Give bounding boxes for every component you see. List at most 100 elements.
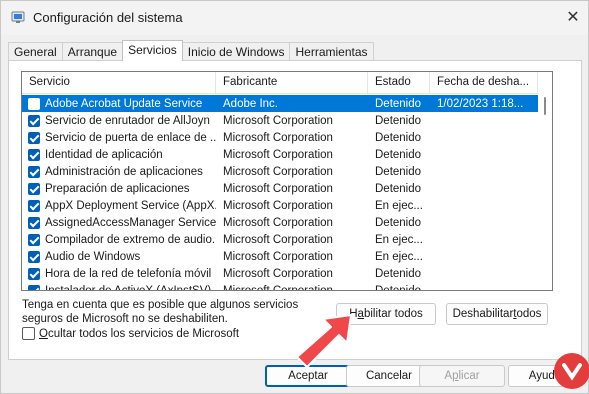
tab-general[interactable]: General — [8, 42, 63, 61]
tab-tools[interactable]: Herramientas — [289, 42, 374, 61]
list-header: Servicio Fabricante Estado Fecha de desh… — [22, 72, 538, 94]
service-checkbox[interactable] — [28, 165, 40, 178]
service-state: Detenido — [375, 216, 422, 229]
service-maker: Microsoft Corporation — [223, 233, 333, 246]
service-name-cell: Hora de la red de telefonía móvil — [22, 267, 216, 280]
service-name: Audio de Windows — [45, 250, 141, 263]
title-bar: Configuración del sistema ✕ — [1, 1, 588, 35]
service-row[interactable]: Audio de Windows Microsoft Corporation En … — [22, 248, 538, 265]
service-name-cell: Adobe Acrobat Update Service — [22, 97, 216, 110]
apply-label-c: licar — [458, 370, 480, 382]
apply-label-a: A — [444, 370, 453, 382]
service-name-cell: Audio de Windows — [22, 250, 216, 263]
service-checkbox[interactable] — [28, 250, 40, 263]
column-maker[interactable]: Fabricante — [216, 72, 368, 94]
service-row[interactable]: AssignedAccessManager Service Microsoft C… — [22, 214, 538, 231]
column-state[interactable]: Estado — [368, 72, 430, 94]
service-checkbox[interactable] — [28, 131, 40, 144]
service-maker: Microsoft Corporation — [223, 216, 333, 229]
close-icon: ✕ — [566, 9, 580, 26]
service-row[interactable]: Compilador de extremo de audio... Microso… — [22, 231, 538, 248]
service-row[interactable]: Hora de la red de telefonía móvil Microso… — [22, 265, 538, 282]
service-name-cell: AppX Deployment Service (AppX... — [22, 199, 216, 212]
hide-ms-label-a: O — [39, 327, 48, 340]
service-name-cell: AssignedAccessManager Service — [22, 216, 216, 229]
service-name: Identidad de aplicación — [45, 148, 163, 161]
tab-strip: General Arranque Servicios Inicio de Win… — [8, 40, 374, 61]
service-maker: Microsoft Corporation — [223, 284, 333, 291]
enable-all-label-c: bilitar todos — [363, 308, 423, 320]
service-state: Detenido — [375, 267, 422, 280]
service-name-cell: Instalador de ActiveX (AxInstSV) — [22, 284, 216, 291]
apply-button[interactable]: Ap licar — [419, 365, 505, 387]
service-row[interactable]: Instalador de ActiveX (AxInstSV) Microsof… — [22, 282, 538, 291]
service-checkbox[interactable] — [28, 284, 40, 290]
service-row[interactable]: Adobe Acrobat Update Service Adobe Inc. De… — [22, 95, 538, 112]
service-checkbox[interactable] — [28, 267, 40, 280]
service-name-cell: Administración de aplicaciones — [22, 165, 216, 178]
service-checkbox[interactable] — [28, 114, 40, 127]
red-arrow-annotation — [296, 314, 352, 368]
service-maker: Microsoft Corporation — [223, 165, 333, 178]
service-maker: Microsoft Corporation — [223, 182, 333, 195]
scrollbar-thumb[interactable] — [544, 97, 546, 115]
service-checkbox[interactable] — [28, 199, 40, 212]
watermark-logo-icon — [554, 353, 589, 389]
window-title: Configuración del sistema — [33, 10, 183, 25]
service-maker: Adobe Inc. — [223, 97, 278, 110]
service-state: Detenido — [375, 114, 422, 127]
column-disabled-date[interactable]: Fecha de desha... — [430, 72, 538, 94]
service-maker: Microsoft Corporation — [223, 267, 333, 280]
service-state: En ejec... — [375, 233, 423, 246]
service-checkbox[interactable] — [28, 216, 40, 229]
service-name: Servicio de enrutador de AllJoyn — [45, 114, 210, 127]
service-name: Servicio de puerta de enlace de ... — [45, 131, 216, 144]
service-checkbox[interactable] — [28, 148, 40, 161]
disable-all-button[interactable]: Deshabilitar t odos — [446, 303, 548, 325]
service-state: Detenido — [375, 284, 422, 291]
service-name-cell: Identidad de aplicación — [22, 148, 216, 161]
service-name: Administración de aplicaciones — [45, 165, 203, 178]
service-rows: Adobe Acrobat Update Service Adobe Inc. De… — [22, 95, 538, 291]
service-name-cell: Servicio de enrutador de AllJoyn — [22, 114, 216, 127]
disable-all-label-c: odos — [516, 308, 542, 320]
service-name: Instalador de ActiveX (AxInstSV) — [45, 284, 212, 291]
service-state: Detenido — [375, 182, 422, 195]
service-row[interactable]: Servicio de enrutador de AllJoyn Microsof… — [22, 112, 538, 129]
tab-startup[interactable]: Arranque — [61, 42, 124, 61]
service-name: Compilador de extremo de audio... — [45, 233, 216, 246]
service-maker: Microsoft Corporation — [223, 131, 333, 144]
close-button[interactable]: ✕ — [558, 1, 588, 33]
services-list[interactable]: Servicio Fabricante Estado Fecha de desh… — [21, 71, 553, 291]
service-maker: Microsoft Corporation — [223, 114, 333, 127]
service-state: En ejec... — [375, 250, 423, 263]
service-name-cell: Preparación de aplicaciones — [22, 182, 216, 195]
service-checkbox[interactable] — [28, 182, 40, 195]
vertical-scrollbar[interactable] — [538, 72, 552, 290]
checkbox-box[interactable] — [22, 327, 35, 340]
service-maker: Microsoft Corporation — [223, 250, 333, 263]
service-state: Detenido — [375, 148, 422, 161]
service-state: Detenido — [375, 97, 422, 110]
msconfig-app-icon — [11, 11, 25, 23]
service-state: En ejec... — [375, 199, 423, 212]
hide-microsoft-services-checkbox[interactable]: Ocultar todos los servicios de Microsoft — [22, 327, 239, 340]
service-state: Detenido — [375, 131, 422, 144]
tab-windows-startup[interactable]: Inicio de Windows — [181, 42, 291, 61]
hide-ms-label-b: cultar todos los servicios de Microsoft — [47, 327, 240, 340]
service-row[interactable]: Servicio de puerta de enlace de ... Micro… — [22, 129, 538, 146]
service-row[interactable]: Preparación de aplicaciones Microsoft Cor… — [22, 180, 538, 197]
tab-services[interactable]: Servicios — [122, 40, 183, 61]
service-checkbox[interactable] — [28, 97, 40, 110]
service-row[interactable]: AppX Deployment Service (AppX... Microsof… — [22, 197, 538, 214]
service-maker: Microsoft Corporation — [223, 199, 333, 212]
service-name-cell: Servicio de puerta de enlace de ... — [22, 131, 216, 144]
service-checkbox[interactable] — [28, 233, 40, 246]
service-name: Preparación de aplicaciones — [45, 182, 190, 195]
microsoft-services-note: Tenga en cuenta que es posible que algun… — [22, 299, 299, 325]
system-config-window: Configuración del sistema ✕ General Arra… — [0, 0, 589, 394]
service-row[interactable]: Identidad de aplicación Microsoft Corpora… — [22, 146, 538, 163]
service-name: Adobe Acrobat Update Service — [45, 97, 203, 110]
service-row[interactable]: Administración de aplicaciones Microsoft … — [22, 163, 538, 180]
column-service[interactable]: Servicio — [22, 72, 216, 94]
